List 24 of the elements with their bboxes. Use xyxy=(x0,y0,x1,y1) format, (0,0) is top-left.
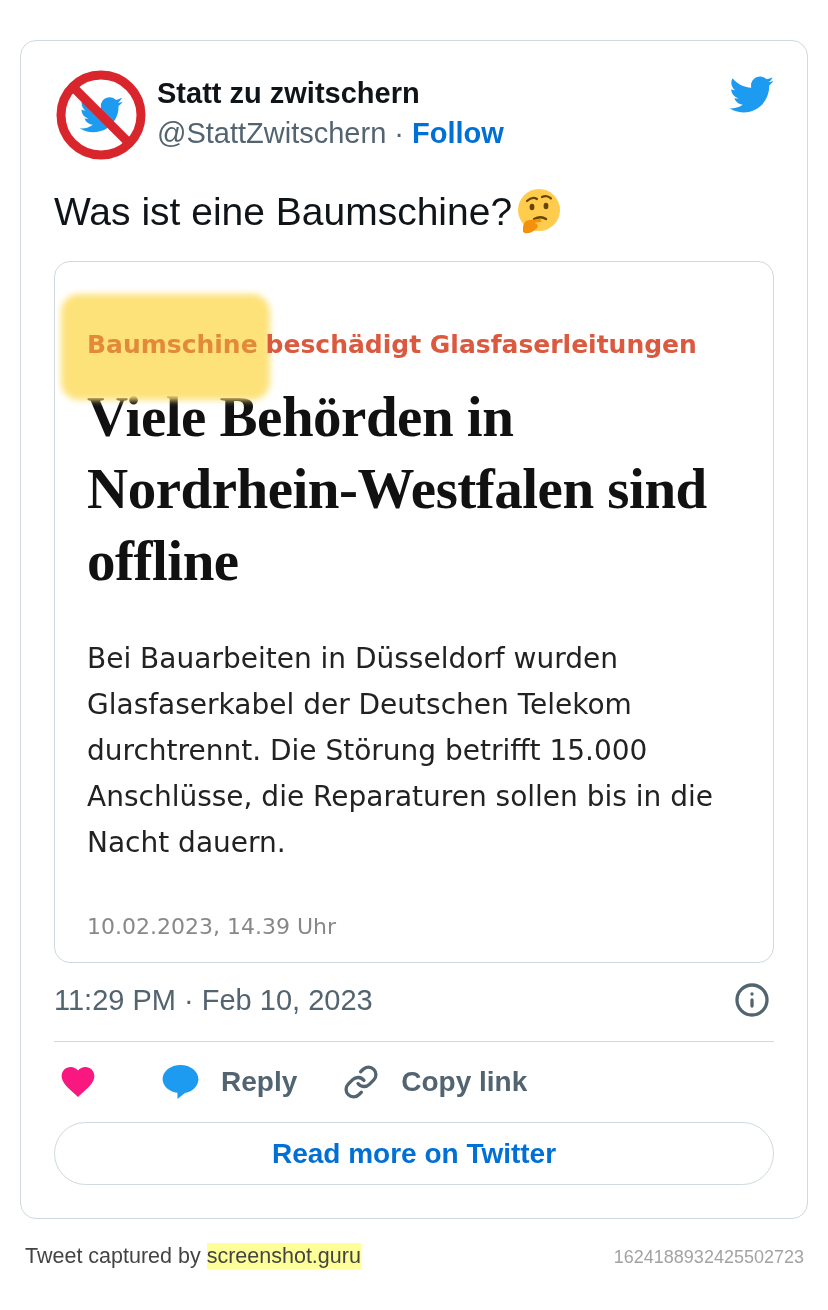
article-headline: Viele Behörden in Nordrhein-Westfalen sind offline xyxy=(87,384,708,594)
copy-link-button[interactable]: Copy link xyxy=(343,1062,528,1102)
tweet-timestamp[interactable]: 11:29 PM · Feb 10, 2023 xyxy=(54,983,373,1017)
article-kicker: Baumschine xyxy=(87,330,258,359)
site-link[interactable]: screenshot.guru xyxy=(206,1243,361,1269)
credit-text: Tweet captured by xyxy=(25,1243,201,1269)
article-screenshot[interactable] xyxy=(54,261,774,963)
article-date: 10.02.2023, 14.39 Uhr xyxy=(87,913,337,941)
speech-bubble-icon xyxy=(162,1065,199,1099)
article-kicker: beschädigt Glasfaserleitungen xyxy=(265,330,697,359)
tweet-text: Was ist eine Baumschine? xyxy=(54,189,513,235)
read-more-button[interactable]: Read more on Twitter xyxy=(54,1122,774,1185)
prohibited-bird-icon[interactable] xyxy=(56,70,146,160)
handle-separator: · xyxy=(394,117,404,149)
info-icon[interactable] xyxy=(734,982,770,1018)
follow-link[interactable]: Follow xyxy=(411,117,504,149)
article-body: Bei Bauarbeiten in Düsseldorf wurden Glasfaserkabel der Deutschen Telekom durchtrennt. Die Störung betrifft 15.000 Anschlüsse, die Reparaturen sollen bis in die Nacht dauern. xyxy=(87,641,714,861)
author-name[interactable]: Statt zu zwitschern xyxy=(157,77,504,109)
reply-button[interactable]: Reply xyxy=(162,1062,298,1102)
heart-icon xyxy=(61,1067,95,1097)
bird-logo-icon[interactable] xyxy=(728,76,774,113)
tweet-id: 1624188932425502723 xyxy=(613,1247,804,1268)
link-icon xyxy=(343,1064,380,1100)
author-handle[interactable]: @StattZwitschern xyxy=(157,117,387,149)
